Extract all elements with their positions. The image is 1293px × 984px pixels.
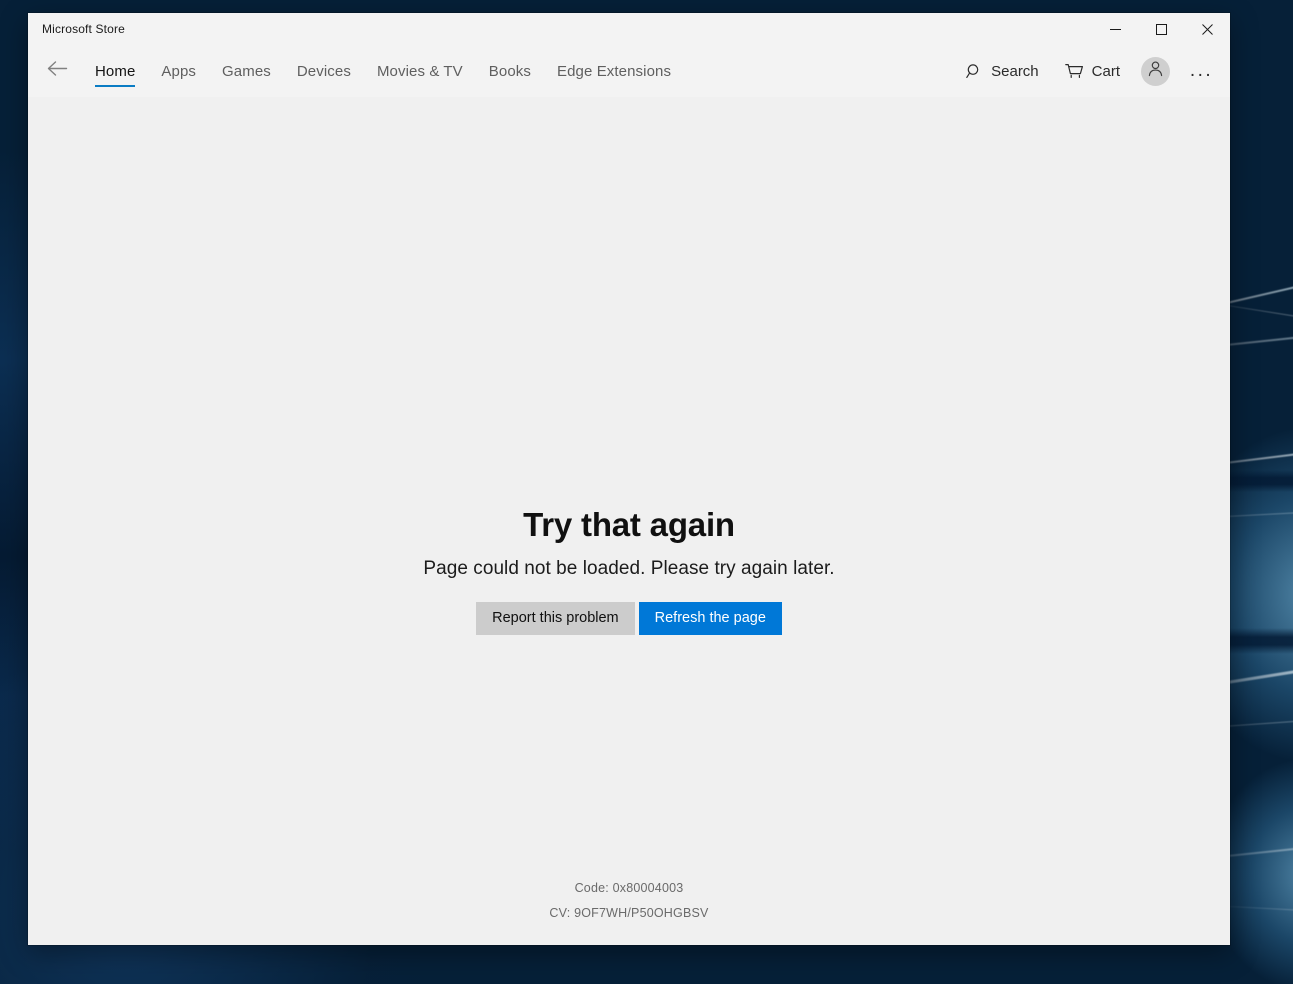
search-button[interactable]: Search	[953, 50, 1052, 92]
ellipsis-icon: ...	[1189, 60, 1214, 81]
more-options-button[interactable]: ...	[1180, 50, 1220, 92]
content-area: Try that again Page could not be loaded.…	[28, 97, 1230, 945]
back-arrow-icon	[47, 60, 68, 82]
nav-tab-label: Devices	[296, 62, 351, 80]
nav-tab-home[interactable]: Home	[82, 45, 148, 97]
nav-tab-books[interactable]: Books	[476, 45, 544, 97]
account-avatar-button[interactable]	[1141, 56, 1170, 86]
wallpaper-dark-band	[1225, 470, 1293, 492]
search-label: Search	[991, 62, 1039, 80]
cart-icon	[1064, 63, 1084, 80]
cart-label: Cart	[1091, 62, 1120, 80]
error-title: Try that again	[523, 506, 735, 543]
nav-tab-games[interactable]: Games	[209, 45, 284, 97]
error-subtitle: Page could not be loaded. Please try aga…	[423, 557, 835, 579]
nav-tab-label: Home	[95, 62, 136, 80]
nav-tab-apps[interactable]: Apps	[148, 45, 209, 97]
search-icon	[966, 63, 983, 80]
close-button[interactable]	[1184, 13, 1230, 45]
error-code-line: Code: 0x80004003	[574, 881, 684, 895]
refresh-page-button[interactable]: Refresh the page	[638, 601, 782, 635]
navigation-bar: Home Apps Games Devices Movies & TV Book…	[28, 45, 1230, 97]
nav-tab-label: Apps	[161, 62, 197, 80]
nav-tab-label: Books	[488, 62, 531, 80]
nav-tab-label: Movies & TV	[376, 62, 463, 80]
nav-tab-edge-extensions[interactable]: Edge Extensions	[544, 45, 684, 97]
cart-button[interactable]: Cart	[1052, 50, 1133, 92]
microsoft-store-window: Microsoft Store Home Apps Games Devices …	[28, 13, 1230, 945]
nav-tab-label: Games	[222, 62, 271, 80]
nav-tab-devices[interactable]: Devices	[284, 45, 364, 97]
error-cv-line: CV: 9OF7WH/P50OHGBSV	[549, 906, 709, 920]
person-icon	[1146, 59, 1165, 83]
nav-actions: Search Cart ...	[953, 45, 1220, 97]
error-code-block: Code: 0x80004003 CV: 9OF7WH/P50OHGBSV	[28, 876, 1230, 926]
back-button[interactable]	[36, 45, 78, 97]
report-problem-button[interactable]: Report this problem	[476, 601, 635, 635]
title-bar: Microsoft Store	[28, 13, 1230, 45]
nav-tab-list: Home Apps Games Devices Movies & TV Book…	[82, 45, 684, 97]
nav-tab-label: Edge Extensions	[557, 62, 672, 80]
nav-tab-movies-tv[interactable]: Movies & TV	[364, 45, 476, 97]
maximize-icon	[1155, 23, 1167, 35]
close-icon	[1201, 23, 1213, 35]
wallpaper-dark-band	[1225, 628, 1293, 654]
maximize-button[interactable]	[1138, 13, 1184, 45]
app-title: Microsoft Store	[42, 22, 125, 36]
minimize-icon	[1109, 24, 1121, 35]
error-action-buttons: Report this problem Refresh the page	[476, 601, 782, 635]
minimize-button[interactable]	[1092, 13, 1138, 45]
error-message-block: Try that again Page could not be loaded.…	[28, 505, 1230, 635]
